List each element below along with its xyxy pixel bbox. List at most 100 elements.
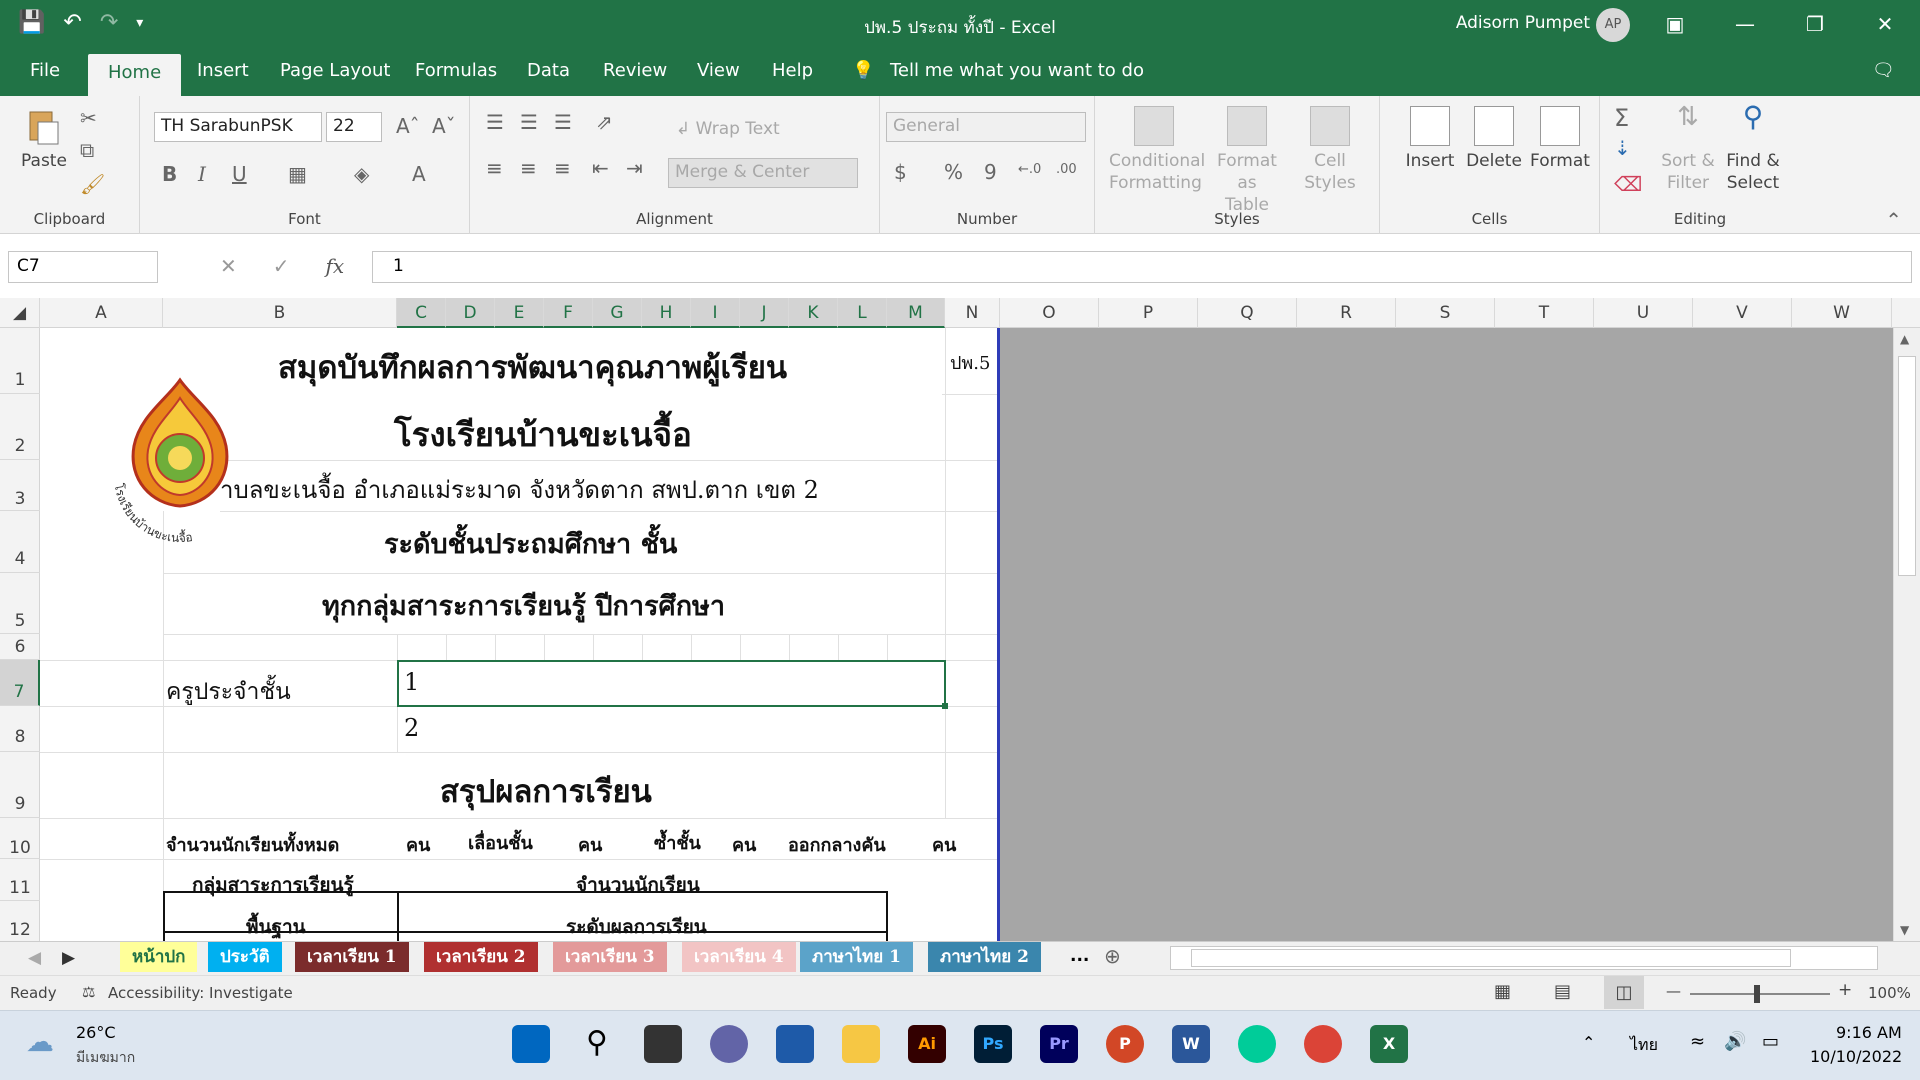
h-scroll-thumb[interactable] [1191, 949, 1791, 967]
zoom-slider[interactable] [1690, 993, 1830, 995]
excel-icon[interactable]: X [1370, 1025, 1408, 1063]
row-header[interactable]: 9 [0, 752, 40, 818]
col-header[interactable]: J [740, 298, 789, 328]
zoom-out-icon[interactable]: — [1666, 982, 1681, 1000]
find-select-button[interactable]: ⚲ Find & Select [1720, 103, 1786, 194]
add-sheet-icon[interactable]: ⊕ [1104, 944, 1121, 968]
chrome-icon[interactable] [1304, 1025, 1342, 1063]
volume-icon[interactable]: 🔊 [1724, 1031, 1746, 1052]
row-header[interactable]: 7 [0, 660, 40, 706]
wifi-icon[interactable]: ≈ [1690, 1031, 1705, 1052]
fill-icon[interactable]: ⇣ [1614, 136, 1631, 160]
row-header[interactable]: 1 [0, 328, 40, 394]
page-break-view-icon[interactable]: ◫ [1604, 976, 1644, 1009]
underline-button[interactable]: U [232, 162, 247, 186]
premiere-icon[interactable]: Pr [1040, 1025, 1078, 1063]
row-header[interactable]: 3 [0, 460, 40, 511]
col-header[interactable]: C [397, 298, 446, 328]
cancel-icon[interactable]: ✕ [220, 254, 237, 278]
col-header[interactable]: S [1396, 298, 1495, 328]
more-sheets-icon[interactable]: ... [1070, 946, 1089, 966]
italic-button[interactable]: I [198, 162, 206, 186]
col-header[interactable]: F [544, 298, 593, 328]
align-center-icon[interactable]: ≡ [520, 156, 537, 180]
col-header[interactable]: E [495, 298, 544, 328]
scroll-thumb[interactable] [1898, 356, 1916, 576]
user-name[interactable]: Adisorn Pumpet [1456, 13, 1590, 33]
col-header[interactable]: T [1495, 298, 1594, 328]
chat-icon[interactable] [710, 1025, 748, 1063]
decrease-indent-icon[interactable]: ⇤ [592, 156, 609, 180]
col-header[interactable]: K [789, 298, 838, 328]
comma-button[interactable]: 9 [984, 160, 997, 184]
col-header[interactable]: L [838, 298, 887, 328]
comments-icon[interactable]: 🗨 [1872, 60, 1895, 81]
restore-button[interactable]: ❐ [1780, 0, 1850, 50]
col-header[interactable]: O [1000, 298, 1099, 328]
insert-function-icon[interactable]: fx [326, 254, 345, 278]
tab-data[interactable]: Data [527, 60, 570, 81]
avatar[interactable]: AP [1596, 8, 1630, 42]
cell-c8[interactable]: 2 [404, 714, 419, 742]
next-sheet-icon[interactable]: ▶ [62, 948, 75, 968]
tab-page-layout[interactable]: Page Layout [280, 60, 391, 81]
language-indicator[interactable]: ไทย [1630, 1033, 1658, 1058]
clock-date[interactable]: 10/10/2022 [1810, 1047, 1902, 1066]
percent-button[interactable]: % [944, 160, 963, 184]
col-header[interactable]: A [40, 298, 163, 328]
increase-indent-icon[interactable]: ⇥ [626, 156, 643, 180]
cut-icon[interactable]: ✂ [80, 106, 97, 130]
number-format-select[interactable]: General [886, 112, 1086, 142]
battery-icon[interactable]: ▭ [1762, 1031, 1779, 1052]
copy-icon[interactable]: ⧉ [80, 138, 94, 162]
word-icon[interactable]: W [1172, 1025, 1210, 1063]
sheet-tab[interactable]: เวลาเรียน 4 [682, 942, 796, 972]
row-header[interactable]: 4 [0, 511, 40, 573]
formula-input[interactable]: 1 [372, 251, 1912, 283]
font-color-icon[interactable]: A [412, 162, 426, 186]
row-header[interactable]: 6 [0, 634, 40, 660]
sheet-tab[interactable]: ประวัติ [208, 942, 282, 972]
normal-view-icon[interactable]: ▦ [1494, 981, 1511, 1002]
increase-decimal-icon[interactable]: ←.0 [1018, 162, 1041, 177]
col-header[interactable]: H [642, 298, 691, 328]
conditional-formatting-button[interactable]: Conditional Formatting [1109, 106, 1205, 194]
sheet-tab[interactable]: ภาษาไทย 2 [928, 942, 1041, 972]
accessibility-status[interactable]: Accessibility: Investigate [108, 984, 293, 1002]
tab-view[interactable]: View [697, 60, 740, 81]
minimize-button[interactable]: — [1710, 0, 1780, 50]
col-header[interactable]: W [1792, 298, 1892, 328]
selected-cell[interactable] [397, 660, 946, 707]
autosum-icon[interactable]: Σ [1614, 104, 1629, 132]
row-header[interactable]: 11 [0, 859, 40, 901]
select-all-corner[interactable]: ◢ [0, 298, 40, 328]
col-header[interactable]: I [691, 298, 740, 328]
row-header[interactable]: 12 [0, 901, 40, 941]
search-icon[interactable]: ⚲ [578, 1025, 616, 1063]
fill-handle[interactable] [942, 703, 948, 709]
increase-font-icon[interactable]: Aˆ [396, 114, 420, 138]
task-view-icon[interactable] [644, 1025, 682, 1063]
sheet-tab[interactable]: เวลาเรียน 3 [553, 942, 667, 972]
weather-desc[interactable]: มีเมฆมาก [76, 1047, 135, 1069]
sort-filter-button[interactable]: ⇅ Sort & Filter [1660, 104, 1716, 194]
tab-home[interactable]: Home [88, 54, 182, 96]
col-header[interactable]: U [1594, 298, 1693, 328]
format-as-table-button[interactable]: Format as Table [1207, 106, 1287, 216]
illustrator-icon[interactable]: Ai [908, 1025, 946, 1063]
orientation-icon[interactable]: ⇗ [596, 110, 613, 134]
col-header[interactable]: N [945, 298, 1000, 328]
page-layout-view-icon[interactable]: ▤ [1554, 981, 1571, 1002]
scroll-down-icon[interactable]: ▼ [1900, 923, 1909, 937]
merge-center-button[interactable]: Merge & Center [668, 158, 858, 188]
ribbon-display-icon[interactable]: ▣ [1640, 0, 1710, 50]
store-icon[interactable] [776, 1025, 814, 1063]
horizontal-scrollbar[interactable] [1170, 946, 1878, 970]
tell-me-search[interactable]: Tell me what you want to do [890, 60, 1144, 81]
cell-styles-button[interactable]: Cell Styles [1295, 106, 1365, 194]
delete-button[interactable]: Delete [1464, 106, 1524, 172]
font-size-select[interactable]: 22 [326, 112, 382, 142]
zoom-in-icon[interactable]: + [1838, 980, 1852, 1000]
sheet-tab[interactable]: ภาษาไทย 1 [800, 942, 913, 972]
col-header[interactable]: B [163, 298, 397, 328]
